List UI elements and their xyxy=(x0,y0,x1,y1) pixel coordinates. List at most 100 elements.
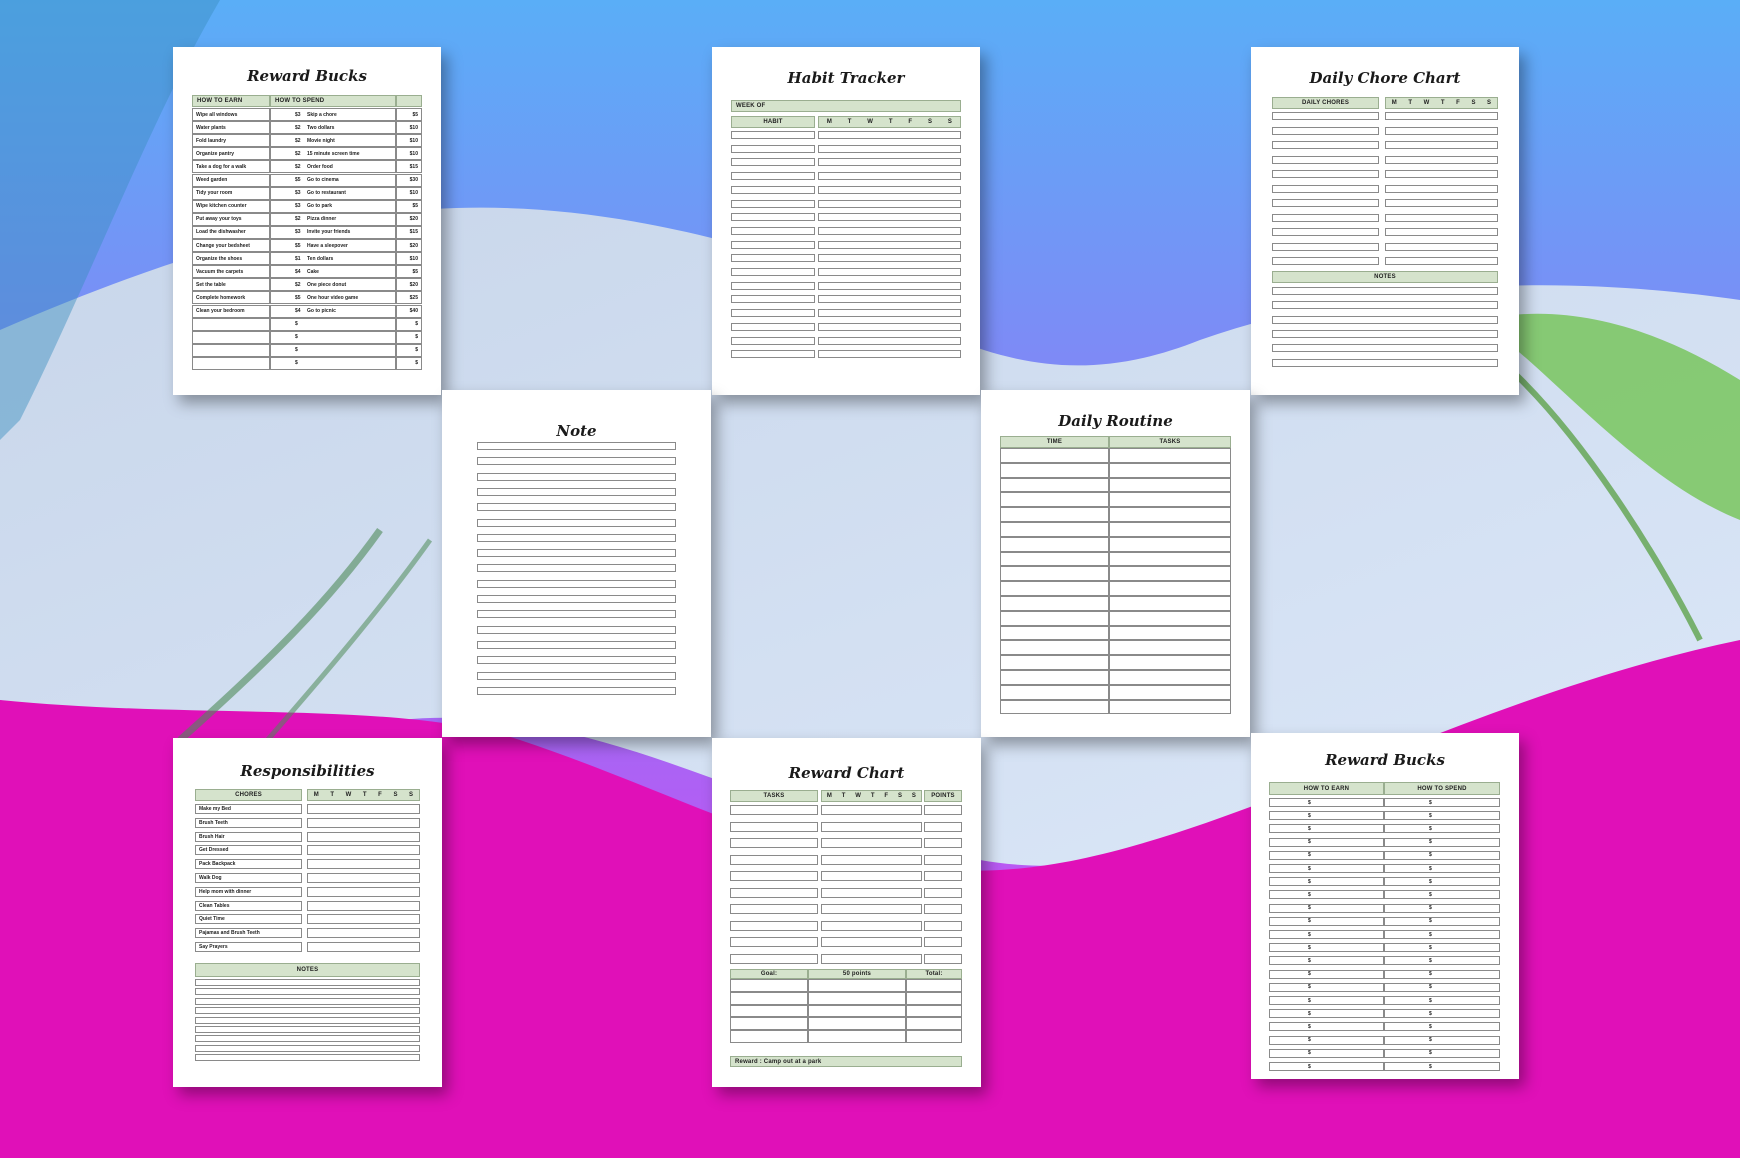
note-line xyxy=(195,1044,420,1052)
chore-cell: Brush Hair xyxy=(195,831,302,842)
note-line xyxy=(477,487,676,496)
spend-text: Have a sleepover xyxy=(307,242,348,249)
earn-amount: $3 xyxy=(295,111,301,118)
note-line xyxy=(477,518,676,527)
goal-cell xyxy=(730,1004,808,1018)
page-title: Note xyxy=(556,422,597,440)
page-reward-chart: Reward Chart TASKS MTWTFSS POINTS Goal: … xyxy=(712,738,981,1087)
day-label: S xyxy=(393,792,398,798)
earn-cell: Organize pantry xyxy=(192,147,270,161)
spend-text: One hour video game xyxy=(307,294,359,301)
tasks-header: TASKS xyxy=(1109,436,1231,448)
price-cell: $5 xyxy=(396,265,422,279)
day-label: T xyxy=(888,119,893,125)
price-cell: $20 xyxy=(396,278,422,292)
habit-check-line xyxy=(818,322,961,331)
habit-check-line xyxy=(818,131,961,139)
habit-line xyxy=(731,213,815,222)
days-line xyxy=(821,805,922,815)
days-header: MTWTFSS xyxy=(821,790,922,802)
note-line xyxy=(477,503,676,512)
days-row: MTWTFSS xyxy=(819,119,960,125)
habit-line xyxy=(731,309,815,318)
chore-cell: Clean Tables xyxy=(195,900,302,911)
task-cell xyxy=(1109,610,1231,626)
spend-text: Two dollars xyxy=(307,124,335,131)
points-line xyxy=(924,920,962,931)
days-header: MTWTFSS xyxy=(1385,97,1498,109)
spend-cell: $2 Two dollars xyxy=(270,121,396,135)
habit-check-line xyxy=(818,309,961,318)
daily-chores-header: DAILY CHORES xyxy=(1272,97,1379,109)
note-line xyxy=(477,595,676,603)
note-line xyxy=(477,457,676,466)
spend-text: 15 minute screen time xyxy=(307,150,360,157)
earn-amount: $2 xyxy=(295,163,301,170)
spend-text: Go to park xyxy=(307,203,333,210)
note-line xyxy=(1272,301,1498,310)
chore-line xyxy=(1272,213,1379,222)
task-cell xyxy=(1109,581,1231,596)
time-cell xyxy=(1000,699,1109,715)
chore-line xyxy=(1272,155,1379,164)
goal-cell xyxy=(730,979,808,992)
habit-check-line xyxy=(818,172,961,181)
earn-cell: $ xyxy=(1269,1062,1384,1071)
days-line xyxy=(821,904,922,914)
habit-check-line xyxy=(818,281,961,290)
spend-cell: $ xyxy=(1384,996,1500,1005)
task-cell xyxy=(1109,477,1231,493)
price-cell: $25 xyxy=(396,291,422,305)
earn-cell: $ xyxy=(1269,1022,1384,1032)
goal-value: 50 points xyxy=(808,969,906,979)
note-line xyxy=(477,472,676,481)
total-label: Total: xyxy=(906,969,962,979)
earn-cell: Water plants xyxy=(192,121,270,135)
chore-line xyxy=(1272,257,1379,265)
page-title: Reward Chart xyxy=(788,764,905,782)
price-cell: $ xyxy=(396,356,422,370)
day-label: W xyxy=(345,792,352,798)
spend-cell: $2 One piece donut xyxy=(270,278,396,292)
habit-line xyxy=(731,131,815,139)
price-cell: $10 xyxy=(396,186,422,200)
earn-cell: Load the dishwasher xyxy=(192,225,270,239)
note-line xyxy=(477,533,676,542)
points-line xyxy=(924,821,962,832)
days-row: MTWTFSS xyxy=(1386,100,1497,106)
time-header: TIME xyxy=(1000,436,1109,448)
task-line xyxy=(730,904,818,914)
day-label: T xyxy=(870,793,875,799)
habit-check-line xyxy=(818,185,961,194)
habit-check-line xyxy=(818,158,961,167)
spend-cell: $ xyxy=(1384,956,1500,966)
days-line xyxy=(821,871,922,881)
header-price xyxy=(396,95,422,107)
chore-line xyxy=(1272,170,1379,178)
earn-amount: $4 xyxy=(295,268,301,275)
chore-check-line xyxy=(1385,126,1498,135)
points-line xyxy=(924,805,962,815)
note-line xyxy=(477,442,676,450)
chore-check-line xyxy=(1385,170,1498,178)
price-cell: $ xyxy=(396,317,422,331)
spend-cell: $ xyxy=(1384,1022,1500,1032)
chore-cell: Help mom with dinner xyxy=(195,886,302,897)
earn-cell: Complete homework xyxy=(192,291,270,305)
habit-check-line xyxy=(818,350,961,359)
points-line xyxy=(924,937,962,947)
earn-cell: Take a dog for a walk xyxy=(192,160,270,174)
note-line xyxy=(477,625,676,634)
task-line xyxy=(730,953,818,964)
habit-line xyxy=(731,268,815,276)
day-label: S xyxy=(1471,100,1476,106)
spend-cell: $ xyxy=(1384,811,1500,821)
task-cell xyxy=(1109,522,1231,537)
note-line xyxy=(477,579,676,588)
days-header: MTWTFSS xyxy=(818,116,961,128)
days-line xyxy=(821,887,922,898)
day-label: T xyxy=(1440,100,1445,106)
spend-cell: $4 Cake xyxy=(270,265,396,279)
day-label: S xyxy=(947,119,953,125)
points-line xyxy=(924,953,962,964)
